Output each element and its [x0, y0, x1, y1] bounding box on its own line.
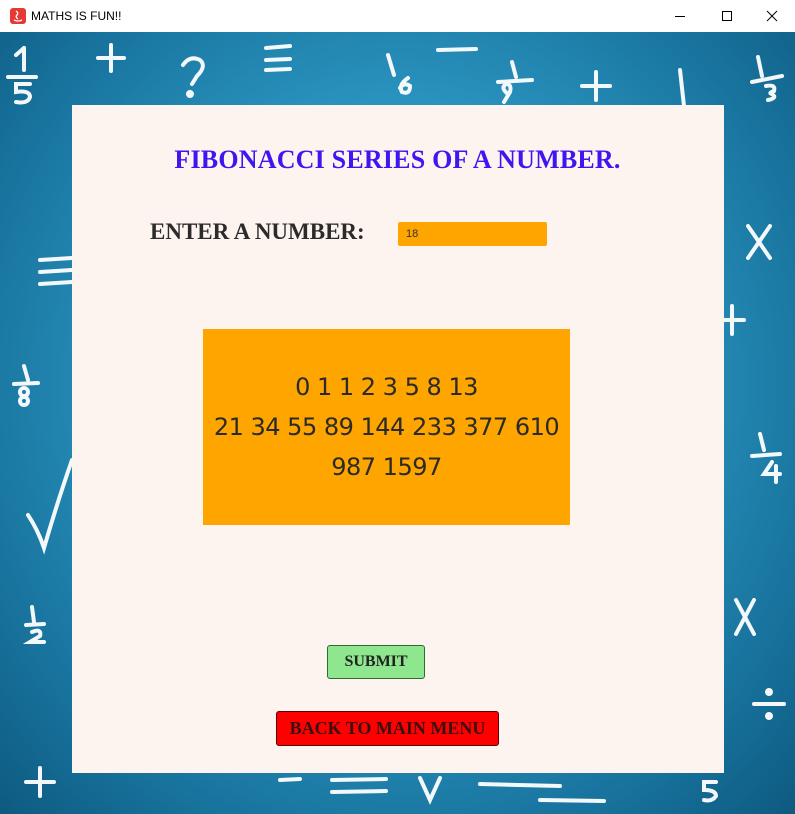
result-line-2: 21 34 55 89 144 233 377 610 [213, 413, 560, 441]
number-input[interactable] [398, 222, 547, 246]
maximize-button[interactable] [704, 0, 750, 32]
maximize-icon [722, 11, 732, 21]
close-icon [766, 10, 778, 22]
submit-button[interactable]: SUBMIT [327, 645, 425, 679]
page-title: FIBONACCI SERIES OF A NUMBER. [174, 145, 621, 174]
fibonacci-result-box: 0 1 1 2 3 5 8 13 21 34 55 89 144 233 377… [203, 329, 570, 525]
result-line-1: 0 1 1 2 3 5 8 13 [295, 373, 478, 401]
result-line-3: 987 1597 [331, 453, 442, 481]
minimize-button[interactable] [657, 0, 703, 32]
minimize-icon [675, 16, 685, 17]
back-to-main-menu-button[interactable]: BACK TO MAIN MENU [276, 711, 499, 746]
window-titlebar: MATHS IS FUN!! [0, 0, 795, 33]
close-button[interactable] [749, 0, 795, 32]
window-title: MATHS IS FUN!! [31, 9, 122, 23]
java-app-icon [10, 8, 26, 24]
number-input-label: ENTER A NUMBER: [150, 219, 365, 244]
